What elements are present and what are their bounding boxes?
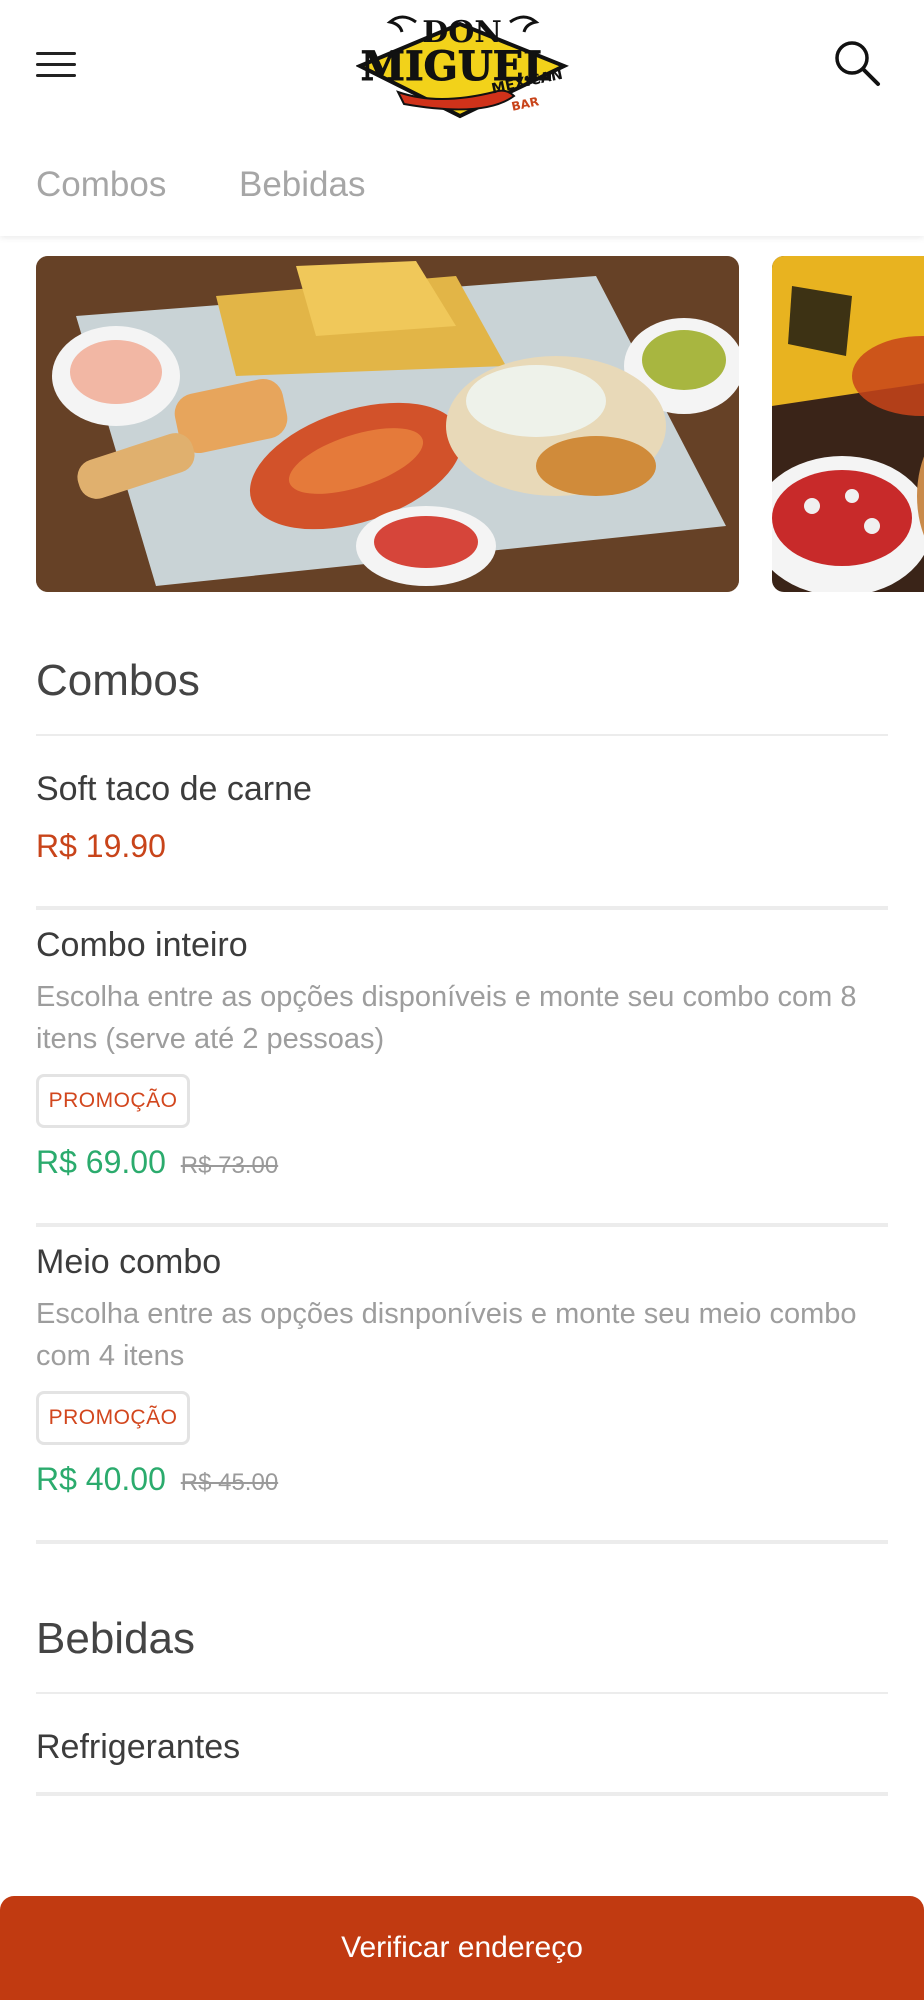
section-title-bebidas: Bebidas	[36, 1614, 196, 1663]
item-name[interactable]: Combo inteiro	[36, 926, 248, 965]
item-name[interactable]: Meio combo	[36, 1243, 221, 1282]
item-name[interactable]: Refrigerantes	[36, 1728, 240, 1767]
logo-line-4: BAR	[510, 94, 540, 113]
item-description: Escolha entre as opções disponíveis e mo…	[36, 981, 857, 1055]
verify-address-button[interactable]: Verificar endereço	[0, 1896, 924, 2000]
divider	[36, 1792, 888, 1796]
item-price: R$ 69.00	[36, 1144, 166, 1180]
hamburger-menu-icon[interactable]	[36, 44, 88, 84]
app-header: DON MIGUEL MEXICAN BAR Combos Bebidas	[0, 0, 924, 236]
section-title-combos: Combos	[36, 656, 200, 705]
tab-bebidas[interactable]: Bebidas	[239, 150, 365, 220]
item-price-line: R$ 40.00 R$ 45.00	[36, 1461, 278, 1498]
tab-combos[interactable]: Combos	[36, 150, 166, 220]
promo-badge: PROMOÇÃO	[36, 1074, 190, 1128]
item-old-price: R$ 45.00	[180, 1469, 279, 1496]
divider	[36, 1540, 888, 1544]
search-icon[interactable]	[832, 38, 882, 88]
item-price: R$ 40.00	[36, 1461, 166, 1497]
item-price-line: R$ 69.00 R$ 73.00	[36, 1144, 278, 1181]
divider	[36, 1223, 888, 1227]
item-name[interactable]: Soft taco de carne	[36, 770, 312, 809]
divider	[36, 1692, 888, 1694]
food-platter-banner[interactable]	[36, 256, 739, 592]
promo-badge: PROMOÇÃO	[36, 1391, 190, 1445]
item-price: R$ 19.90	[36, 828, 166, 864]
divider	[36, 906, 888, 910]
second-banner[interactable]	[772, 256, 924, 592]
promo-carousel[interactable]	[0, 256, 924, 592]
don-miguel-logo[interactable]: DON MIGUEL MEXICAN BAR	[355, 4, 570, 126]
item-old-price: R$ 73.00	[180, 1152, 279, 1179]
divider	[36, 734, 888, 736]
item-description: Escolha entre as opções disnponíveis e m…	[36, 1298, 857, 1372]
